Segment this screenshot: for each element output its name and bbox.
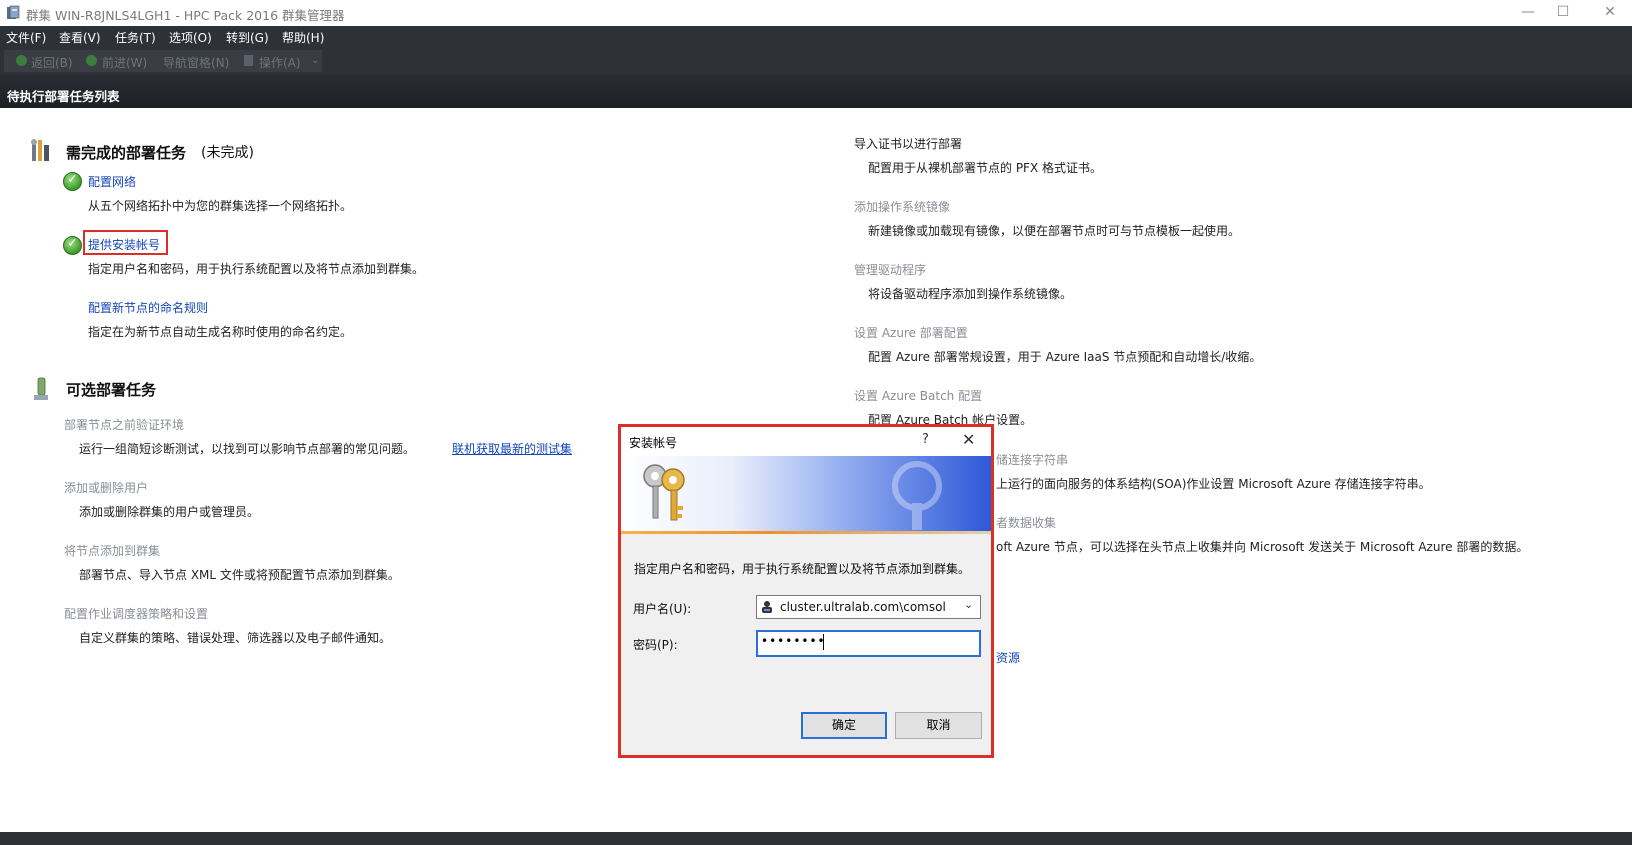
username-value: cluster.ultralab.com\comsol [780,600,946,614]
naming-rule-link[interactable]: 配置新节点的命名规则 [88,299,208,316]
app-icon [6,5,20,21]
dialog-help-button[interactable]: ? [922,432,929,447]
maximize-button[interactable]: ☐ [1540,0,1586,26]
get-tests-online-link[interactable]: 联机获取最新的测试集 [452,440,572,457]
forward-button[interactable]: 前进(W) [102,54,147,71]
azure-deploy-title[interactable]: 设置 Azure 部署配置 [854,324,968,341]
username-label: 用户名(U): [633,602,692,616]
completed-check-icon [63,236,82,255]
menu-goto[interactable]: 转到(G) [226,29,269,46]
ok-button[interactable]: 确定 [801,712,887,739]
data-collection-desc: oft Azure 节点，可以选择在头节点上收集并向 Microsoft 发送关… [996,540,1529,554]
data-collection-title[interactable]: 者数据收集 [996,514,1056,531]
add-nodes-desc: 部署节点、导入节点 XML 文件或将预配置节点添加到群集。 [79,568,400,582]
dialog-title: 安装帐号 [629,436,678,450]
naming-rule-desc: 指定在为新节点自动生成名称时使用的命名约定。 [88,325,353,339]
banner-watermark-icon [872,458,967,533]
configure-network-link[interactable]: 配置网络 [88,173,136,190]
menu-file[interactable]: 文件(F) [6,29,46,46]
text-caret [823,634,824,650]
azure-deploy-desc: 配置 Azure 部署常规设置，用于 Azure IaaS 节点预配和自动增长/… [868,350,1262,364]
password-label: 密码(P): [633,638,678,652]
install-account-link[interactable]: 提供安装帐号 [88,236,160,253]
close-button[interactable]: ✕ [1587,0,1632,26]
add-os-image-desc: 新建镜像或加载现有镜像，以便在部署节点时可与节点模板一起使用。 [868,224,1241,238]
optional-tasks-icon [33,377,49,402]
storage-conn-title[interactable]: 储连接字符串 [996,451,1068,468]
add-nodes-title[interactable]: 将节点添加到群集 [64,542,160,559]
import-cert-desc: 配置用于从裸机部署节点的 PFX 格式证书。 [868,161,1102,175]
status-bar [0,832,1632,845]
dialog-close-button[interactable]: ✕ [962,430,975,449]
required-tasks-heading: 需完成的部署任务 [66,144,187,162]
add-os-image-title[interactable]: 添加操作系统镜像 [854,198,950,215]
user-account-icon [761,600,773,613]
forward-icon [86,55,97,66]
completed-check-icon [63,172,82,191]
cancel-button[interactable]: 取消 [895,712,982,739]
validate-env-desc: 运行一组简短诊断测试，以找到可以影响节点部署的常见问题。 [79,442,416,456]
scheduler-policy-desc: 自定义群集的策略、错误处理、筛选器以及电子邮件通知。 [79,631,392,645]
menu-options[interactable]: 选项(O) [169,29,212,46]
validate-env-title[interactable]: 部署节点之前验证环境 [64,416,184,433]
back-icon [16,55,27,66]
dialog-message: 指定用户名和密码，用于执行系统配置以及将节点添加到群集。 [634,562,971,576]
storage-conn-desc: 上运行的面向服务的体系结构(SOA)作业设置 Microsoft Azure 存… [996,477,1431,491]
manage-drivers-title[interactable]: 管理驱动程序 [854,261,926,278]
window-title: 群集 WIN-R8JNLS4LGH1 - HPC Pack 2016 群集管理器 [26,8,345,23]
scheduler-policy-title[interactable]: 配置作业调度器策略和设置 [64,605,208,622]
configure-network-desc: 从五个网络拓扑中为您的群集选择一个网络拓扑。 [88,199,353,213]
tools-icon [31,138,51,162]
nav-pane-button[interactable]: 导航窗格(N) [163,54,229,71]
resources-link[interactable]: 资源 [996,649,1020,666]
actions-icon [244,55,253,66]
install-account-desc: 指定用户名和密码，用于执行系统配置以及将节点添加到群集。 [88,262,425,276]
manage-drivers-desc: 将设备驱动程序添加到操作系统镜像。 [868,287,1073,301]
toolbar-overflow-icon[interactable]: ⌄ [311,55,319,66]
menu-tasks[interactable]: 任务(T) [115,29,156,46]
menu-view[interactable]: 查看(V) [59,29,101,46]
password-value: •••••••• [761,634,826,648]
dialog-banner-divider [621,531,991,534]
optional-tasks-heading: 可选部署任务 [66,381,157,399]
keys-icon [637,460,697,526]
back-button[interactable]: 返回(B) [31,54,73,71]
page-header-band [0,74,1632,108]
actions-button[interactable]: 操作(A) [259,54,301,71]
page-title: 待执行部署任务列表 [7,89,120,104]
manage-users-desc: 添加或删除群集的用户或管理员。 [79,505,260,519]
required-tasks-status: (未完成) [201,145,254,161]
azure-batch-title[interactable]: 设置 Azure Batch 配置 [854,387,982,404]
import-cert-title[interactable]: 导入证书以进行部署 [854,135,962,152]
menu-help[interactable]: 帮助(H) [282,29,324,46]
chevron-down-icon[interactable]: ⌄ [964,598,973,611]
manage-users-title[interactable]: 添加或删除用户 [64,479,148,496]
